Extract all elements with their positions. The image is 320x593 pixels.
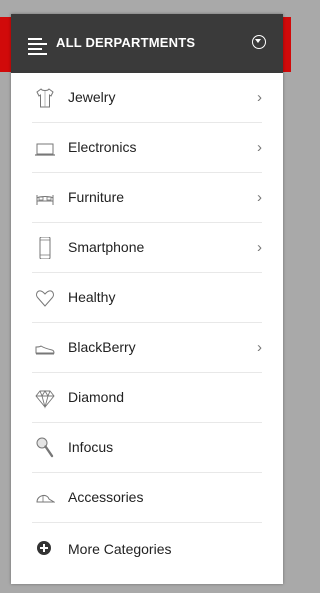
category-item-blackberry[interactable]: BlackBerry ›	[32, 323, 262, 373]
category-label: Jewelry	[68, 89, 116, 105]
category-label: BlackBerry	[68, 339, 136, 355]
smartphone-icon	[39, 237, 51, 259]
category-item-jewelry[interactable]: Jewelry ›	[32, 73, 262, 123]
chevron-right-icon: ›	[257, 89, 262, 106]
plus-circle-icon	[37, 541, 51, 555]
cap-icon	[36, 494, 55, 503]
more-categories-button[interactable]: More Categories	[32, 523, 262, 575]
departments-title: ALL DERPARTMENTS	[56, 35, 196, 50]
chevron-right-icon: ›	[257, 339, 262, 356]
category-label: Electronics	[68, 139, 137, 155]
category-list: Jewelry › Electronics › Furniture › Smar…	[11, 73, 283, 575]
circle-chevron-down-icon[interactable]	[252, 35, 266, 49]
category-item-diamond[interactable]: Diamond	[32, 373, 262, 423]
category-label: Smartphone	[68, 239, 145, 255]
category-item-accessories[interactable]: Accessories	[32, 473, 262, 523]
category-item-electronics[interactable]: Electronics ›	[32, 123, 262, 173]
diamond-icon	[35, 390, 55, 409]
chevron-right-icon: ›	[257, 139, 262, 156]
category-label: Accessories	[68, 489, 144, 505]
chevron-right-icon: ›	[257, 189, 262, 206]
departments-header[interactable]: ALL DERPARTMENTS	[11, 14, 283, 73]
shoe-icon	[35, 345, 55, 355]
departments-menu: ALL DERPARTMENTS Jewelry › Electronics ›	[11, 14, 283, 584]
more-categories-label: More Categories	[68, 541, 172, 557]
category-item-infocus[interactable]: Infocus	[32, 423, 262, 473]
category-item-healthy[interactable]: Healthy	[32, 273, 262, 323]
category-label: Infocus	[68, 439, 114, 455]
magnifier-icon	[36, 437, 54, 458]
category-label: Healthy	[68, 289, 116, 305]
category-label: Furniture	[68, 189, 125, 205]
bed-icon	[36, 195, 54, 205]
category-item-smartphone[interactable]: Smartphone ›	[32, 223, 262, 273]
category-item-furniture[interactable]: Furniture ›	[32, 173, 262, 223]
hamburger-icon	[28, 38, 47, 58]
laptop-icon	[35, 143, 55, 156]
shirt-icon	[36, 88, 54, 108]
heart-icon	[36, 290, 54, 307]
chevron-right-icon: ›	[257, 239, 262, 256]
category-label: Diamond	[68, 389, 125, 405]
